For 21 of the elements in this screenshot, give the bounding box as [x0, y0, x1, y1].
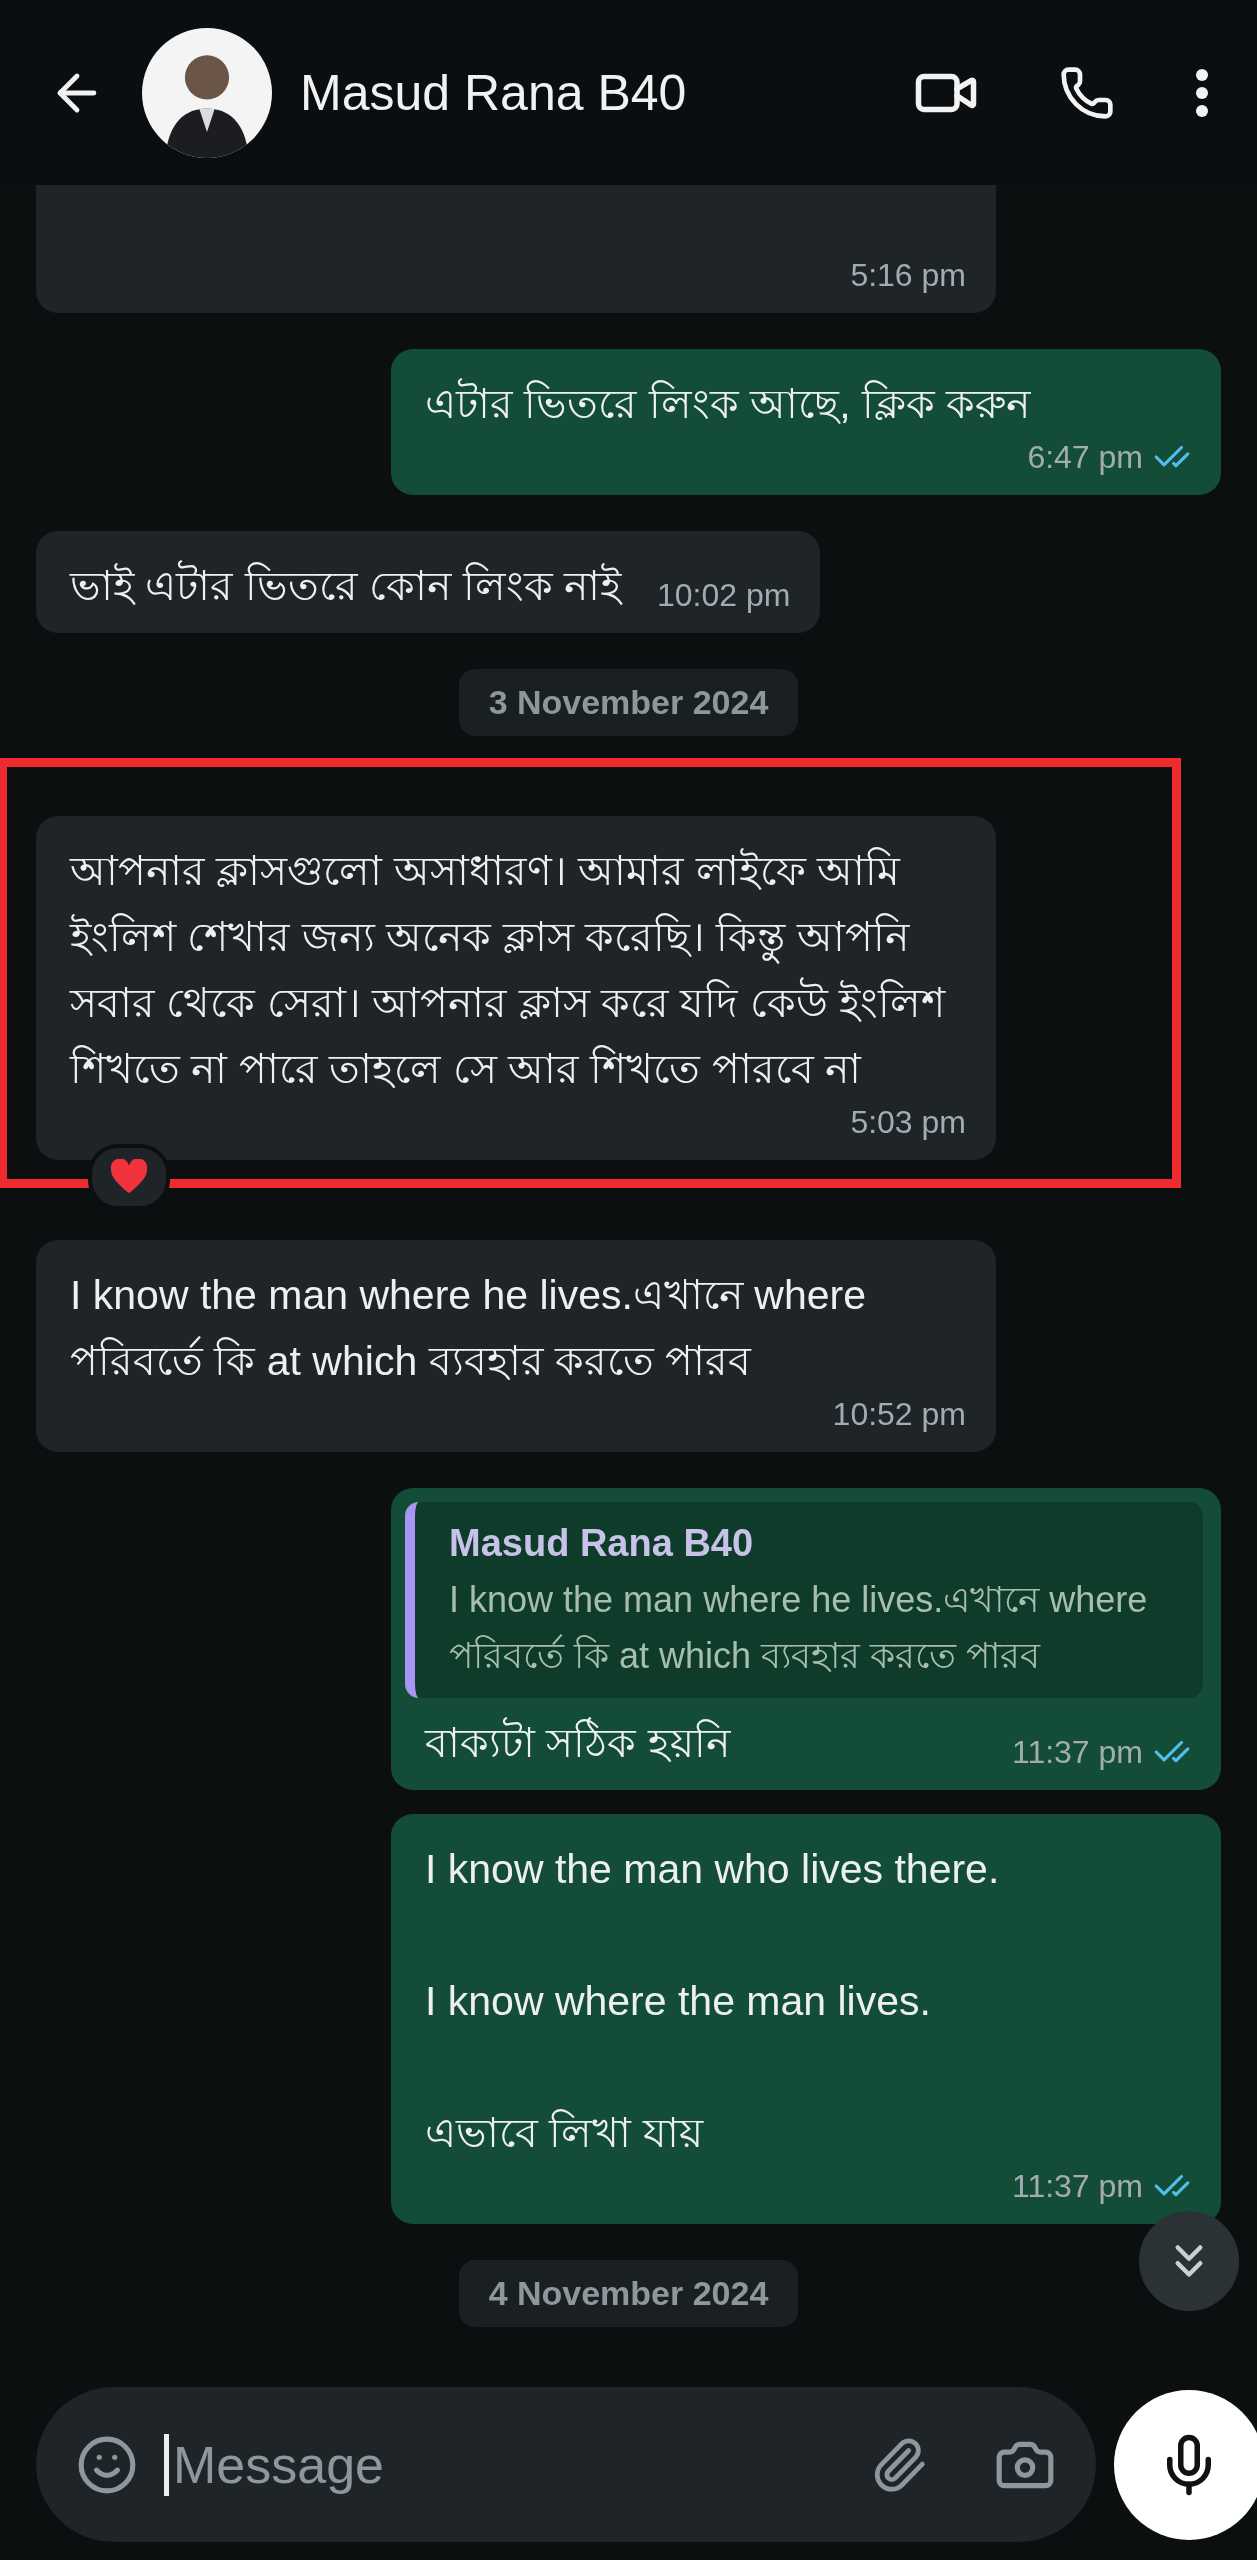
message-field[interactable]: Message: [164, 2433, 844, 2496]
message-text: I know the man where he lives.এখানে where পরিবর্তে কি at which ব্যবহার করতে পারব: [70, 1271, 867, 1386]
contact-name[interactable]: Masud Rana B40: [300, 63, 877, 122]
message-time: 10:52 pm: [832, 1395, 966, 1434]
message-text: ভাই এটার ভিতরে কোন লিংক নাই: [70, 553, 621, 619]
message-time: 10:02 pm: [656, 576, 791, 615]
message-time: 5:03 pm: [850, 1103, 966, 1142]
message-time: 6:47 pm: [1027, 438, 1143, 477]
quoted-message[interactable]: Masud Rana B40 I know the man where he lives.এখানে where পরিবর্তে কি at which ব্যবহার করতে পারব: [405, 1502, 1203, 1698]
date-chip: 3 November 2024: [458, 669, 799, 736]
message-time: 11:37 pm: [1011, 2167, 1143, 2206]
message-text: I know the man who lives there. I know where the man lives. এভাবে লিখা যায়: [425, 1845, 1000, 2158]
date-chip: 4 November 2024: [458, 2260, 799, 2327]
message-text: বাক্যটা সঠিক হয়নি: [425, 1710, 730, 1776]
message-composer[interactable]: Message: [36, 2387, 1096, 2542]
message-time: 11:37 pm: [1011, 1733, 1143, 1772]
quote-text: I know the man where he lives.এখানে where পরিবর্তে কি at which ব্যবহার করতে পারব: [449, 1578, 1149, 1678]
message-time: 5:16 pm: [850, 256, 966, 295]
quote-author: Masud Rana B40: [449, 1521, 755, 1566]
message-text: এটার ভিতরে লিংক আছে, ক্লিক করুন: [425, 371, 1031, 437]
message-text: আপনার ক্লাসগুলো অসাধারণ। আমার লাইফে আমি ইংলিশ শেখার জন্য অনেক ক্লাস করেছি। কিন্তু আপনি সবার থেকে সেরা। আপনার ক্লাস করে যদি কেউ ইংলিশ শিখতে না পারে তাহলে সে আর শিখতে পারবে না: [70, 846, 947, 1094]
